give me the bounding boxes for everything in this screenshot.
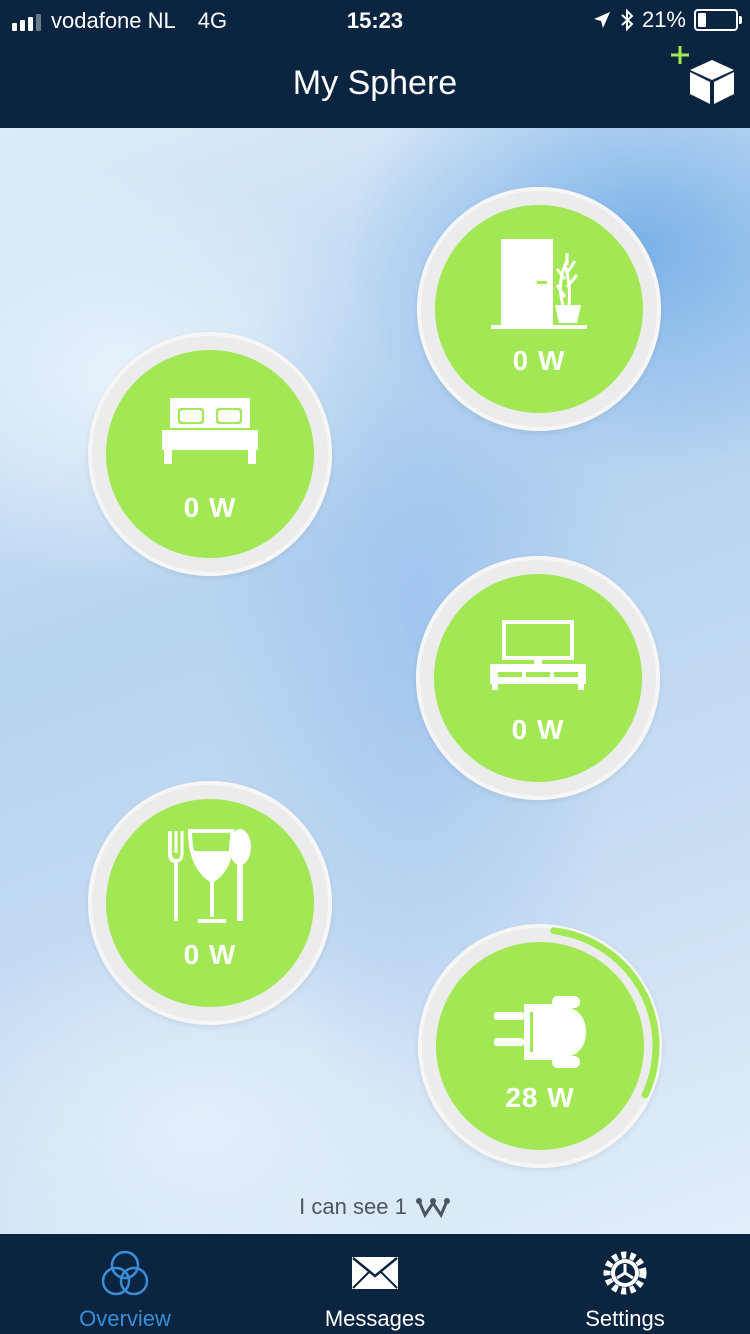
room-power-label: 0 W [183, 492, 237, 523]
room-power-label: 28 W [505, 1082, 575, 1113]
status-bar: vodafone NL 4G 15:23 21% [0, 0, 750, 42]
presence-text: I can see 1 [299, 1194, 407, 1219]
nav-header: My Sphere [0, 42, 750, 128]
tab-messages[interactable]: Messages [250, 1234, 500, 1334]
room-plug[interactable]: 28 W [418, 924, 662, 1168]
messages-icon [352, 1257, 398, 1289]
bedroom-icon [162, 398, 258, 464]
page-title: My Sphere [292, 64, 458, 102]
room-bedroom[interactable]: 0 W [88, 332, 332, 576]
crownstone-icon [415, 1198, 450, 1219]
battery-percent: 21% [641, 7, 686, 32]
presence-indicator: I can see 1 [0, 1194, 750, 1220]
room-dining[interactable]: 0 W [88, 781, 332, 1025]
room-power-label: 0 W [512, 345, 566, 376]
overview-icon [101, 1250, 149, 1296]
tab-settings[interactable]: Settings [500, 1234, 750, 1334]
plug-icon [494, 996, 586, 1068]
sphere-overview: 0 W 0 W 0 W 0 W 28 W I can see 1 [0, 128, 750, 1234]
tab-label: Settings [585, 1306, 665, 1331]
tab-bar: Overview Messages Settings [0, 1234, 750, 1334]
bluetooth-icon [621, 9, 634, 31]
room-power-label: 0 W [183, 939, 237, 970]
dining-icon [168, 829, 251, 923]
tab-label: Messages [324, 1306, 426, 1331]
location-arrow-icon [593, 12, 610, 28]
battery-icon [694, 9, 742, 31]
room-living[interactable]: 0 W [417, 187, 661, 431]
tab-label: Overview [79, 1306, 171, 1331]
tab-overview[interactable]: Overview [0, 1234, 250, 1334]
living-room-icon [491, 239, 587, 329]
settings-icon [603, 1251, 647, 1295]
tv-room-icon [490, 620, 586, 690]
add-sphere-icon[interactable] [666, 42, 740, 114]
room-tv[interactable]: 0 W [416, 556, 660, 800]
room-power-label: 0 W [511, 714, 565, 745]
